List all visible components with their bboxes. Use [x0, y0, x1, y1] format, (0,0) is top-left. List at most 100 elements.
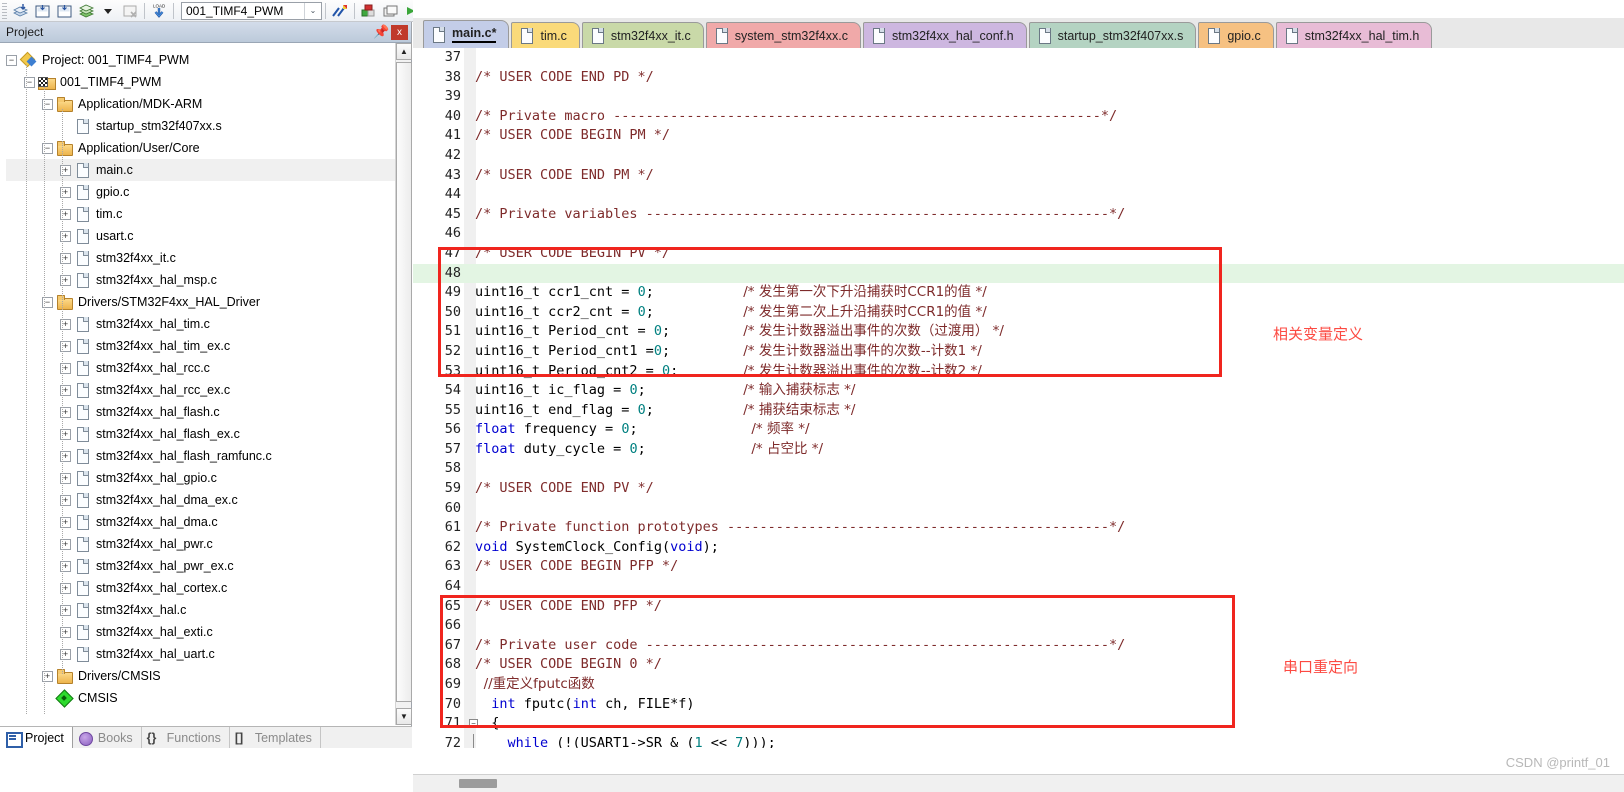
- target-combo[interactable]: 001_TIMF4_PWM ⌄: [181, 1, 322, 20]
- document-tab[interactable]: stm32f4xx_hal_tim.h: [1275, 22, 1433, 48]
- code-token: ;: [637, 382, 744, 399]
- file-icon: [590, 28, 604, 44]
- document-tab[interactable]: system_stm32f4xx.c: [705, 22, 861, 48]
- tree-item-label: Application/User/Core: [78, 141, 200, 155]
- rebuild-icon[interactable]: [53, 1, 75, 21]
- line-number: 46: [444, 225, 461, 242]
- tree-item[interactable]: + stm32f4xx_hal_flash_ramfunc.c: [6, 445, 396, 467]
- batch-build-icon[interactable]: [31, 1, 53, 21]
- code-line: 68 /* USER CODE BEGIN 0 */: [413, 655, 1624, 675]
- document-tab[interactable]: main.c*: [423, 20, 510, 48]
- tree-item[interactable]: − Project: 001_TIMF4_PWM: [6, 49, 396, 71]
- code-line: 58: [413, 459, 1624, 479]
- tree-item[interactable]: + stm32f4xx_hal_exti.c: [6, 621, 396, 643]
- code-token: int: [572, 695, 597, 712]
- line-number: 60: [444, 499, 461, 516]
- chevron-down-icon[interactable]: ⌄: [304, 2, 321, 19]
- close-icon[interactable]: x: [391, 24, 408, 40]
- horizontal-scrollbar-thumb[interactable]: [459, 779, 497, 788]
- tree-item[interactable]: + stm32f4xx_hal_tim.c: [6, 313, 396, 335]
- document-tab-label: stm32f4xx_hal_tim.h: [1304, 28, 1420, 43]
- code-content[interactable]: 37 38 /* USER CODE END PD */ 39 40 /* Private…: [413, 48, 1624, 748]
- tree-item[interactable]: + stm32f4xx_hal_msp.c: [6, 269, 396, 291]
- tree-item[interactable]: + stm32f4xx_hal_pwr_ex.c: [6, 555, 396, 577]
- code-line: 42: [413, 146, 1624, 166]
- file-icon: [74, 536, 91, 552]
- pane-tab-templates[interactable]: [] Templates: [230, 727, 321, 748]
- tree-item[interactable]: + stm32f4xx_hal_flash.c: [6, 401, 396, 423]
- tree-item[interactable]: + Drivers/CMSIS: [6, 665, 396, 687]
- tree-item[interactable]: + usart.c: [6, 225, 396, 247]
- file-icon: [74, 206, 91, 222]
- tree-item[interactable]: − Application/User/Core: [6, 137, 396, 159]
- tree-item[interactable]: + stm32f4xx_hal_rcc.c: [6, 357, 396, 379]
- windows-icon[interactable]: [380, 1, 402, 21]
- build-target-icon[interactable]: [75, 1, 97, 21]
- tree-item[interactable]: + stm32f4xx_hal_dma_ex.c: [6, 489, 396, 511]
- scroll-up-arrow-icon[interactable]: ▲: [396, 43, 412, 60]
- line-number: 64: [444, 578, 461, 595]
- document-tab[interactable]: tim.c: [511, 22, 580, 48]
- code-editor[interactable]: 37 38 /* USER CODE END PD */ 39 40 /* Private…: [413, 48, 1624, 748]
- code-token: ;: [629, 421, 752, 438]
- tree-item-label: Application/MDK-ARM: [78, 97, 203, 111]
- tree-item[interactable]: − Application/MDK-ARM: [6, 93, 396, 115]
- code-token: 0: [653, 323, 662, 340]
- code-line-text: int fputc(int ch, FILE*f): [463, 695, 1624, 715]
- code-line: 48: [413, 263, 1624, 284]
- tree-item-label: stm32f4xx_hal_tim.c: [96, 317, 210, 331]
- line-number: 41: [444, 127, 461, 144]
- tree-item-label: startup_stm32f407xx.s: [96, 119, 222, 133]
- tree-item[interactable]: + stm32f4xx_hal_uart.c: [6, 643, 396, 665]
- tree-item-label: Drivers/STM32F4xx_HAL_Driver: [78, 295, 260, 309]
- editor-horizontal-scrollbar[interactable]: [413, 774, 1624, 792]
- tree-item[interactable]: + stm32f4xx_hal_pwr.c: [6, 533, 396, 555]
- pin-icon[interactable]: 📌: [373, 24, 389, 40]
- project-tree-vertical-scrollbar[interactable]: ▲ ▼: [395, 43, 412, 725]
- target-options-icon[interactable]: [329, 1, 351, 21]
- toolbar-separator-4: [354, 2, 355, 19]
- scrollbar-thumb[interactable]: [396, 62, 412, 702]
- tree-item-label: stm32f4xx_it.c: [96, 251, 176, 265]
- tree-item[interactable]: startup_stm32f407xx.s: [6, 115, 396, 137]
- pane-tab-books[interactable]: Books: [73, 727, 142, 748]
- tree-item[interactable]: CMSIS: [6, 687, 396, 709]
- code-line-text: /* USER CODE BEGIN 0 */: [463, 655, 1624, 675]
- tree-item[interactable]: + main.c: [6, 159, 396, 181]
- tree-item[interactable]: + gpio.c: [6, 181, 396, 203]
- build-icon[interactable]: [9, 1, 31, 21]
- templates-tab-icon: []: [234, 730, 244, 745]
- pane-tab-functions[interactable]: {} Functions: [142, 727, 230, 748]
- manage-runtime-icon[interactable]: [358, 1, 380, 21]
- books-tab-icon: [78, 731, 94, 746]
- stop-build-icon[interactable]: [119, 1, 141, 21]
- build-dropdown-icon[interactable]: [97, 1, 119, 21]
- tree-item[interactable]: + stm32f4xx_hal_gpio.c: [6, 467, 396, 489]
- tree-item[interactable]: + stm32f4xx_hal_flash_ex.c: [6, 423, 396, 445]
- tree-item[interactable]: + stm32f4xx_hal.c: [6, 599, 396, 621]
- file-icon: [74, 646, 91, 662]
- tree-item[interactable]: + stm32f4xx_hal_dma.c: [6, 511, 396, 533]
- load-icon[interactable]: LOAD: [148, 1, 170, 21]
- tree-item[interactable]: − Drivers/STM32F4xx_HAL_Driver: [6, 291, 396, 313]
- tree-item[interactable]: + stm32f4xx_it.c: [6, 247, 396, 269]
- code-token: ;: [645, 284, 744, 301]
- pane-tab-project[interactable]: Project: [0, 727, 73, 748]
- document-tab[interactable]: startup_stm32f407xx.s: [1028, 22, 1197, 48]
- document-tab[interactable]: gpio.c: [1198, 22, 1274, 48]
- line-number: 70: [444, 695, 461, 712]
- line-number: 71: [444, 715, 461, 732]
- code-line: 70 int fputc(int ch, FILE*f): [413, 695, 1624, 715]
- tree-item[interactable]: + stm32f4xx_hal_tim_ex.c: [6, 335, 396, 357]
- document-tab[interactable]: stm32f4xx_it.c: [581, 22, 704, 48]
- fold-collapse-icon[interactable]: −: [469, 719, 478, 729]
- collapse-icon[interactable]: −: [6, 54, 17, 66]
- tree-item[interactable]: −001_TIMF4_PWM: [6, 71, 396, 93]
- scroll-down-arrow-icon[interactable]: ▼: [396, 708, 412, 725]
- tree-item[interactable]: + stm32f4xx_hal_rcc_ex.c: [6, 379, 396, 401]
- document-tab[interactable]: stm32f4xx_hal_conf.h: [862, 22, 1027, 48]
- toolbar-grip[interactable]: [2, 2, 7, 19]
- tree-item[interactable]: + stm32f4xx_hal_cortex.c: [6, 577, 396, 599]
- tree-item[interactable]: + tim.c: [6, 203, 396, 225]
